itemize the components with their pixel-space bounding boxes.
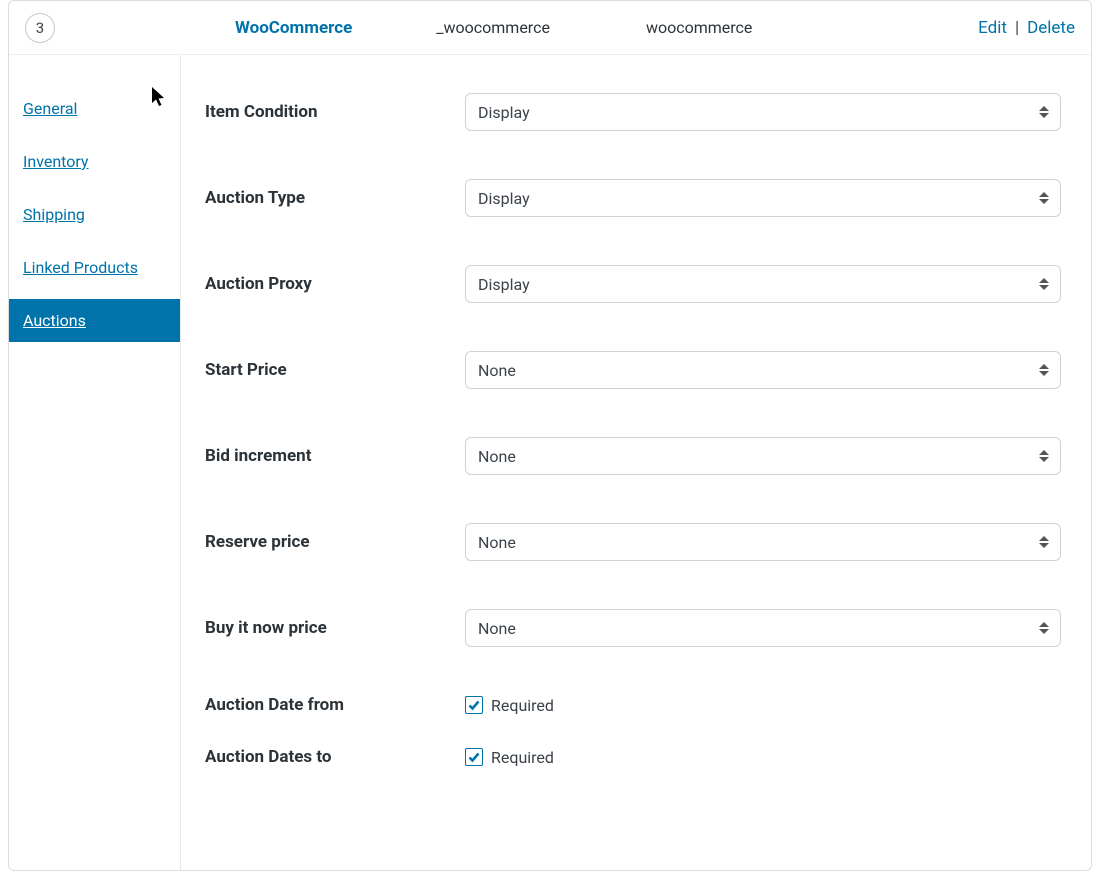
- label-auction-type: Auction Type: [205, 188, 465, 208]
- actions-separator: |: [1013, 18, 1021, 38]
- select-value: Display: [478, 189, 530, 208]
- select-reserve-price[interactable]: None: [465, 523, 1061, 561]
- edit-link[interactable]: Edit: [978, 18, 1007, 38]
- sidebar: General Inventory Shipping Linked Produc…: [9, 55, 181, 870]
- header-slug-a: _woocommerce: [436, 18, 550, 37]
- row-item-condition: Item Condition Display: [205, 93, 1061, 131]
- row-auction-type: Auction Type Display: [205, 179, 1061, 217]
- label-auction-date-from: Auction Date from: [205, 695, 465, 715]
- select-buy-it-now-price[interactable]: None: [465, 609, 1061, 647]
- checkbox-label-required: Required: [491, 696, 554, 715]
- select-value: None: [478, 619, 516, 638]
- row-buy-it-now-price: Buy it now price None: [205, 609, 1061, 647]
- label-auction-dates-to: Auction Dates to: [205, 747, 465, 767]
- sidebar-item-auctions[interactable]: Auctions: [9, 299, 180, 342]
- label-reserve-price: Reserve price: [205, 532, 465, 552]
- check-icon: [468, 751, 480, 763]
- label-start-price: Start Price: [205, 360, 465, 380]
- checkbox-auction-dates-to-required[interactable]: [465, 748, 483, 766]
- header-actions: Edit | Delete: [978, 18, 1075, 38]
- label-buy-it-now-price: Buy it now price: [205, 618, 465, 638]
- header-meta: _woocommerce woocommerce: [376, 18, 954, 37]
- select-value: None: [478, 533, 516, 552]
- header-slug-b: woocommerce: [646, 18, 752, 37]
- row-auction-date-from: Auction Date from Required: [205, 695, 1061, 715]
- row-reserve-price: Reserve price None: [205, 523, 1061, 561]
- row-auction-proxy: Auction Proxy Display: [205, 265, 1061, 303]
- select-item-condition[interactable]: Display: [465, 93, 1061, 131]
- row-start-price: Start Price None: [205, 351, 1061, 389]
- settings-panel: 3 WooCommerce _woocommerce woocommerce E…: [8, 0, 1092, 871]
- delete-link[interactable]: Delete: [1027, 18, 1075, 38]
- checkbox-auction-date-from-required[interactable]: [465, 696, 483, 714]
- panel-header: 3 WooCommerce _woocommerce woocommerce E…: [9, 1, 1091, 55]
- page-number: 3: [36, 19, 44, 37]
- label-bid-increment: Bid increment: [205, 446, 465, 466]
- label-item-condition: Item Condition: [205, 102, 465, 122]
- select-bid-increment[interactable]: None: [465, 437, 1061, 475]
- sidebar-item-general[interactable]: General: [9, 87, 180, 130]
- header-title[interactable]: WooCommerce: [235, 18, 352, 38]
- panel-body: General Inventory Shipping Linked Produc…: [9, 55, 1091, 870]
- select-value: None: [478, 361, 516, 380]
- sidebar-item-shipping[interactable]: Shipping: [9, 193, 180, 236]
- select-value: Display: [478, 103, 530, 122]
- sidebar-item-linked-products[interactable]: Linked Products: [9, 246, 180, 289]
- label-auction-proxy: Auction Proxy: [205, 274, 465, 294]
- check-icon: [468, 699, 480, 711]
- row-bid-increment: Bid increment None: [205, 437, 1061, 475]
- select-value: Display: [478, 275, 530, 294]
- row-auction-dates-to: Auction Dates to Required: [205, 747, 1061, 767]
- page-number-badge: 3: [25, 13, 55, 43]
- select-value: None: [478, 447, 516, 466]
- checkbox-label-required: Required: [491, 748, 554, 767]
- select-auction-type[interactable]: Display: [465, 179, 1061, 217]
- select-start-price[interactable]: None: [465, 351, 1061, 389]
- sidebar-item-inventory[interactable]: Inventory: [9, 140, 180, 183]
- select-auction-proxy[interactable]: Display: [465, 265, 1061, 303]
- form-content: Item Condition Display Auction Type Disp…: [181, 55, 1091, 870]
